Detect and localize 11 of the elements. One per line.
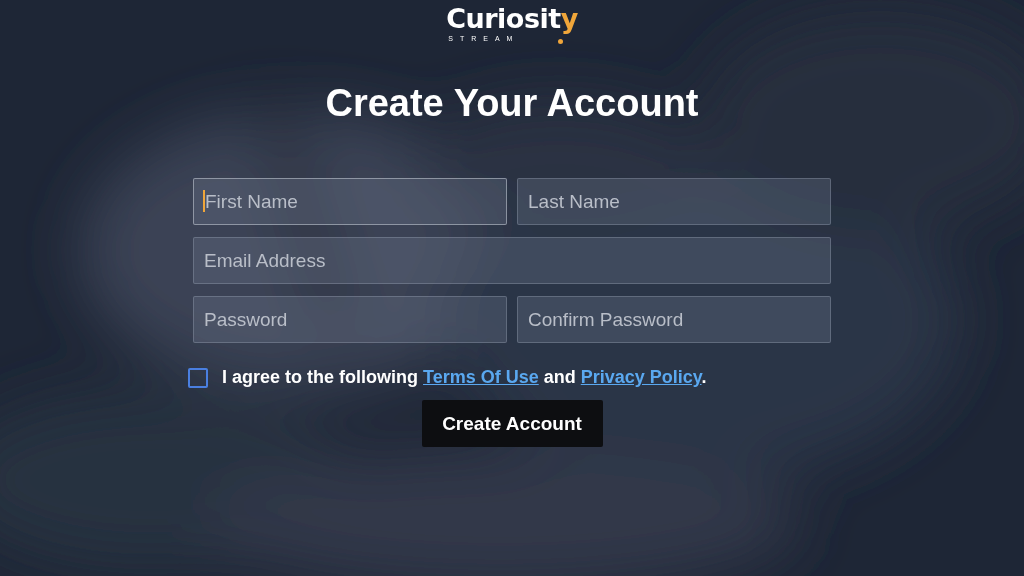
policy-link[interactable]: Terms Of Use — [423, 367, 539, 387]
agreement-text: I agree to the following Terms Of Use and Privacy Policy. — [222, 367, 707, 388]
checkbox[interactable] — [188, 367, 208, 388]
input-field[interactable]: First Name — [193, 178, 507, 225]
input-field[interactable]: Password — [193, 296, 507, 343]
input-field[interactable]: Last Name — [517, 178, 831, 225]
page-title: Create Your Account — [325, 81, 699, 126]
policy-link[interactable]: Privacy Policy — [580, 367, 702, 387]
input-field[interactable]: Confirm Password — [517, 296, 831, 343]
create-account-button[interactable]: Create Account — [421, 400, 603, 447]
input-field[interactable]: Email Address — [193, 237, 831, 284]
